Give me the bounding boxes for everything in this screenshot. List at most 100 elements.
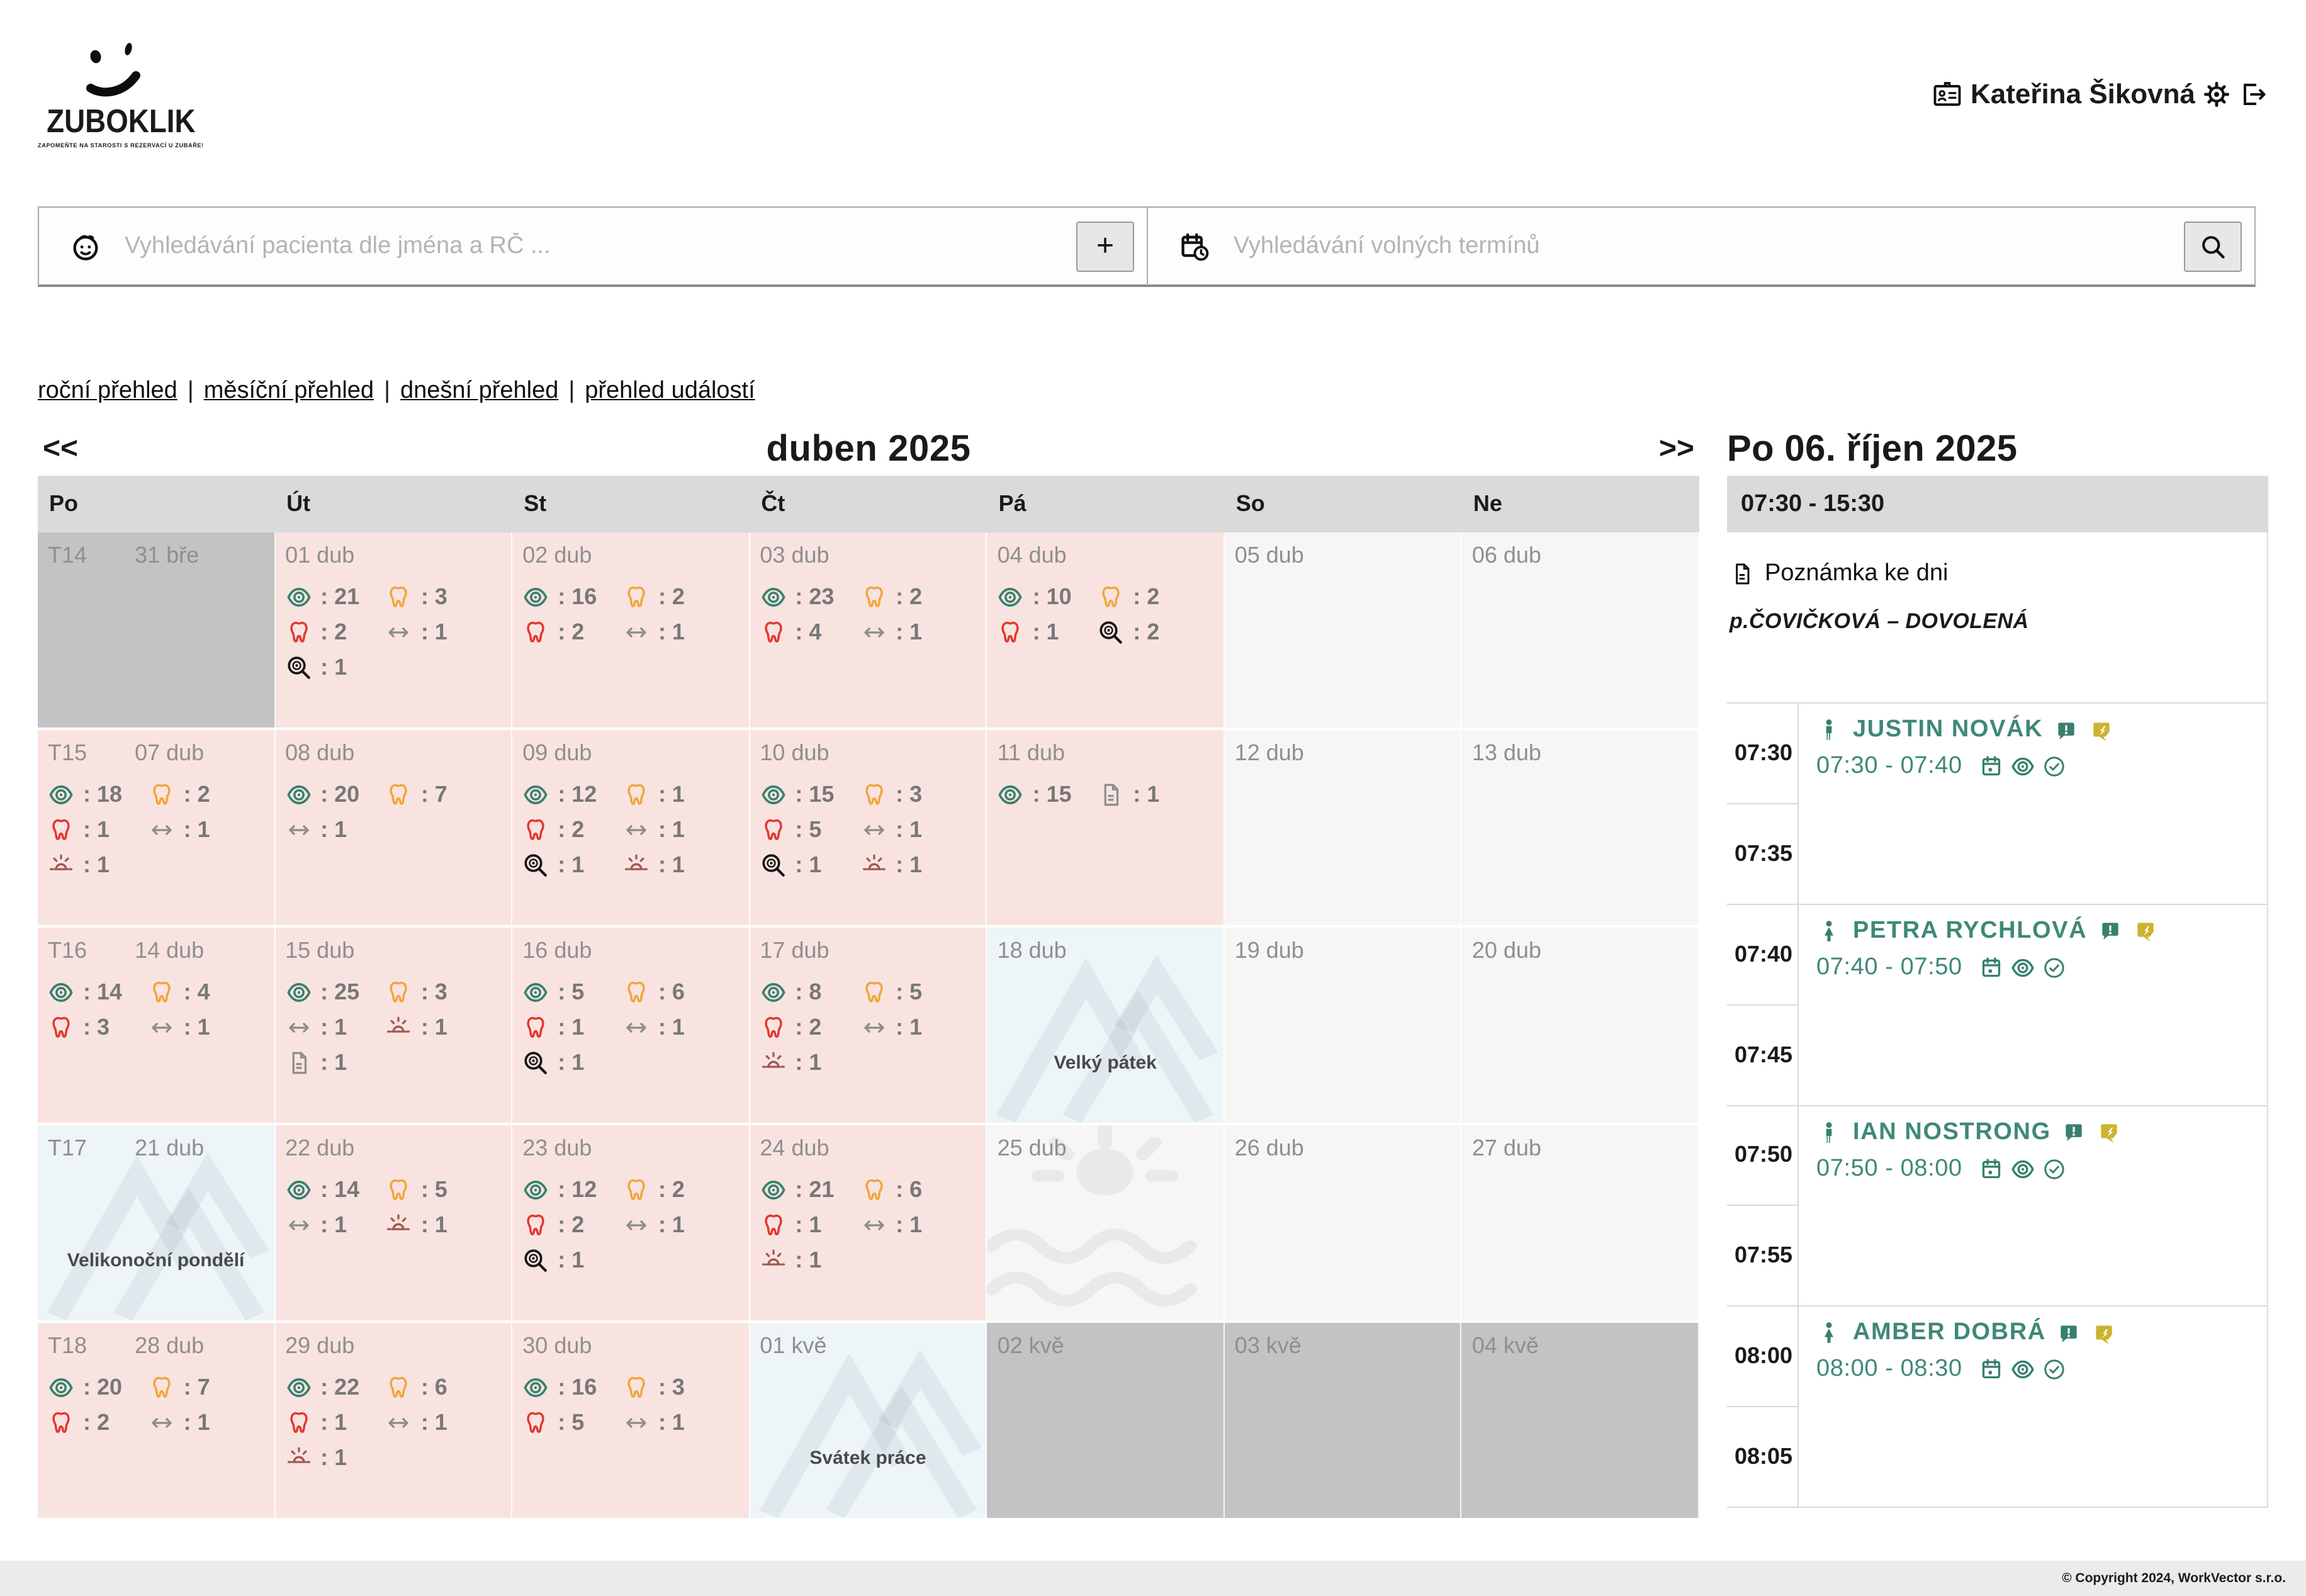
settings-gear-icon[interactable] <box>2202 79 2232 110</box>
copyright-text: © Copyright 2024, WorkVector s.r.o. <box>2062 1571 2286 1586</box>
calendar-day-cell[interactable]: 04 kvě <box>1462 1323 1699 1518</box>
appointment[interactable]: JUSTIN NOVÁK07:30 - 07:40 <box>1799 704 2267 905</box>
calendar-day-cell[interactable]: 16 dub : 5 : 6 : 1 : 1 : 1 <box>512 928 750 1123</box>
appointment[interactable]: IAN NOSTRONG07:50 - 08:00 <box>1799 1106 2267 1307</box>
calendar-day-cell[interactable]: T1828 dub : 20 : 7 : 2 : 1 <box>38 1323 275 1518</box>
calendar-day-cell[interactable]: 12 dub <box>1225 730 1462 925</box>
calendar-day-cell[interactable]: 30 dub : 16 : 3 : 5 : 1 <box>512 1323 750 1518</box>
search-slots-button[interactable] <box>2184 221 2242 271</box>
day-stats: : 18 : 2 : 1 : 1 : 1 <box>48 782 266 879</box>
calendar-day-cell[interactable]: 20 dub <box>1462 928 1699 1123</box>
magnifier-eye-icon <box>285 655 312 681</box>
nav-link-2[interactable]: měsíční přehled <box>204 378 374 404</box>
calendar-day-cell[interactable]: T1431 bře <box>38 532 275 728</box>
logo-tagline: ZAPOMEŇTE NA STAROSTI S REZERVACÍ U ZUBA… <box>38 142 186 148</box>
logout-icon[interactable] <box>2238 79 2268 110</box>
stat-count: : 2 <box>1133 619 1159 646</box>
calendar-day-cell[interactable]: 24 dub : 21 : 6 : 1 : 1 : 1 <box>750 1125 987 1320</box>
stat-count: : 1 <box>558 1050 584 1076</box>
appointment[interactable]: AMBER DOBRÁ08:00 - 08:30 <box>1799 1307 2267 1509</box>
stat-count: : 1 <box>421 1212 447 1239</box>
calendar-day-cell[interactable]: 03 kvě <box>1225 1323 1462 1518</box>
calendar-day-cell[interactable]: 01 kvěSvátek práce <box>750 1323 987 1518</box>
date-label: 21 dub <box>135 1135 204 1162</box>
calendar-day-cell[interactable]: 27 dub <box>1462 1125 1699 1320</box>
eye-icon <box>48 782 74 808</box>
stat-count: : 5 <box>558 979 584 1006</box>
add-patient-button[interactable]: + <box>1076 221 1134 271</box>
calendar-day-cell[interactable]: 22 dub : 14 : 5 : 1 : 1 <box>275 1125 512 1320</box>
patient-male-icon <box>1816 1120 1842 1145</box>
stat-count: : 4 <box>795 619 821 646</box>
emergency-siren-icon <box>860 852 887 879</box>
eye-icon <box>285 1177 312 1203</box>
day-note-label[interactable]: Poznámka ke dni <box>1765 560 1949 588</box>
calendar-day-cell[interactable]: 11 dub : 15 : 1 <box>987 730 1225 925</box>
user-area: Kateřina Šikovná <box>1932 78 2268 111</box>
calendar-day-cell[interactable]: 03 dub : 23 : 2 : 4 : 1 <box>750 532 987 728</box>
calendar-day-cell[interactable]: 08 dub : 20 : 7 : 1 <box>275 730 512 925</box>
calendar-day-cell[interactable]: 02 kvě <box>987 1323 1225 1518</box>
eye-icon <box>522 1374 549 1401</box>
appointment[interactable]: PETRA RYCHLOVÁ07:40 - 07:50 <box>1799 905 2267 1106</box>
calendar-day-cell[interactable]: 06 dub <box>1462 532 1699 728</box>
slot-search-box <box>1147 206 2256 287</box>
calendar-day-cell[interactable]: T1614 dub : 14 : 4 : 3 : 1 <box>38 928 275 1123</box>
calendar-day-cell[interactable]: 04 dub : 10 : 2 : 1 : 2 <box>987 532 1225 728</box>
calendar-day-cell[interactable]: 19 dub <box>1225 928 1462 1123</box>
calendar-day-cell[interactable]: 01 dub : 21 : 3 : 2 : 1 : 1 <box>275 532 512 728</box>
nav-link-1[interactable]: roční přehled <box>38 378 177 404</box>
nav-separator: | <box>568 378 575 404</box>
calendar-day-cell[interactable]: 25 dub <box>987 1125 1225 1320</box>
transfer-arrows-icon <box>860 1014 887 1041</box>
stat-count: : 2 <box>658 1177 685 1203</box>
stat-count: : 1 <box>320 817 347 843</box>
calendar-day-cell[interactable]: 10 dub : 15 : 3 : 5 : 1 : 1 : 1 <box>750 730 987 925</box>
calendar-day-cell[interactable]: 05 dub <box>1225 532 1462 728</box>
day-stat: : 23 <box>760 584 860 610</box>
tooth-red-icon <box>760 817 786 843</box>
calendar-day-cell[interactable]: 09 dub : 12 : 1 : 2 : 1 : 1 : 1 <box>512 730 750 925</box>
stat-count: : 4 <box>184 979 210 1006</box>
calendar-day-cell[interactable]: 23 dub : 12 : 2 : 2 : 1 : 1 <box>512 1125 750 1320</box>
calendar-week-row: T1507 dub : 18 : 2 : 1 : 1 : 108 dub : 2… <box>38 730 1699 928</box>
calendar-day-cell[interactable]: 15 dub : 25 : 3 : 1 : 1 : 1 <box>275 928 512 1123</box>
calendar-day-cell[interactable]: 17 dub : 8 : 5 : 2 : 1 : 1 <box>750 928 987 1123</box>
transfer-arrows-icon <box>386 619 412 646</box>
stat-count: : 6 <box>896 1177 922 1203</box>
search-icon <box>2199 232 2227 260</box>
time-slot-label: 07:35 <box>1727 804 1799 905</box>
slot-search-input[interactable] <box>1231 231 2184 261</box>
nav-link-4[interactable]: přehled událostí <box>585 378 755 404</box>
calendar-day-cell[interactable]: 02 dub : 16 : 2 : 2 : 1 <box>512 532 750 728</box>
day-stat: : 3 <box>386 584 503 610</box>
stat-count: : 3 <box>896 782 922 808</box>
patient-male-icon <box>1816 717 1842 743</box>
day-stat: : 1 <box>285 1212 386 1239</box>
logo-title: ZUBOKLIK <box>47 101 177 140</box>
stat-count: : 2 <box>795 1014 821 1041</box>
nav-link-3[interactable]: dnešní přehled <box>400 378 558 404</box>
calendar-day-cell[interactable]: 18 dubVelký pátek <box>987 928 1225 1123</box>
tooth-red-icon <box>285 1410 312 1436</box>
day-stats: : 8 : 5 : 2 : 1 : 1 <box>760 979 978 1076</box>
stat-count: : 1 <box>320 655 347 681</box>
stat-count: : 1 <box>795 1212 821 1239</box>
eye-icon <box>285 782 312 808</box>
day-stats: : 12 : 2 : 2 : 1 : 1 <box>522 1177 741 1274</box>
day-stats: : 20 : 7 : 1 <box>285 782 503 843</box>
calendar-day-cell[interactable]: 26 dub <box>1225 1125 1462 1320</box>
tooth-red-icon <box>285 619 312 646</box>
calendar-week-row: T1614 dub : 14 : 4 : 3 : 115 dub : 25 : … <box>38 928 1699 1125</box>
document-icon <box>1098 782 1124 808</box>
check-circle-icon <box>2042 1357 2067 1383</box>
next-month-button[interactable]: >> <box>1654 432 1699 467</box>
day-stat: : 1 <box>522 1247 623 1274</box>
patient-search-input[interactable] <box>122 231 1076 261</box>
calendar-day-cell[interactable]: T1721 dubVelikonoční pondělí <box>38 1125 275 1320</box>
logo[interactable]: ZUBOKLIK ZAPOMEŇTE NA STAROSTI S REZERVA… <box>38 41 186 148</box>
calendar-day-cell[interactable]: T1507 dub : 18 : 2 : 1 : 1 : 1 <box>38 730 275 925</box>
calendar-day-cell[interactable]: 13 dub <box>1462 730 1699 925</box>
calendar-day-cell[interactable]: 29 dub : 22 : 6 : 1 : 1 : 1 <box>275 1323 512 1518</box>
prev-month-button[interactable]: << <box>38 432 83 467</box>
